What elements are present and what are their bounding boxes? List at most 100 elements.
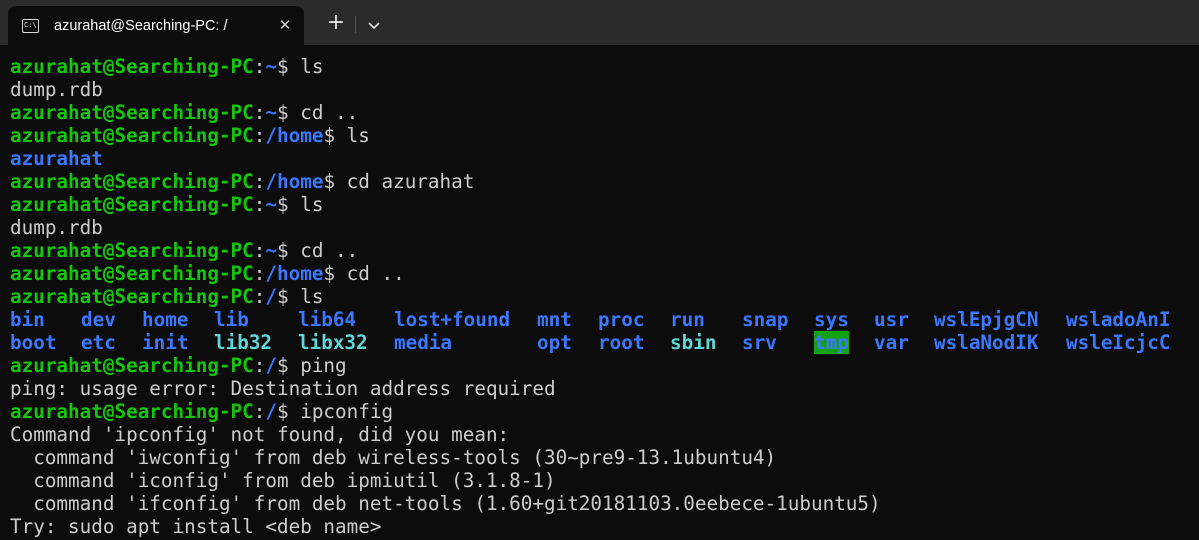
ls-listing-row: bin dev home lib lib64 lost+found mnt proc run sn… (10, 308, 1199, 331)
close-tab-icon[interactable]: ✕ (276, 16, 294, 34)
title-bar: C:\ azurahat@Searching-PC: / ✕ + (0, 0, 1199, 45)
prompt-symbol: $ (277, 400, 301, 423)
prompt-user: azurahat@Searching-PC (10, 400, 254, 423)
new-tab-button[interactable]: + (322, 10, 350, 38)
ls-entry: media (394, 331, 453, 354)
prompt-user: azurahat@Searching-PC (10, 55, 254, 78)
prompt-symbol: $ (323, 124, 347, 147)
ls-entry: mnt (537, 308, 572, 331)
prompt-separator: : (253, 262, 266, 285)
output-text: command 'iwconfig' from deb wireless-too… (10, 446, 777, 469)
ls-entry: wslaNodIK (934, 331, 1039, 354)
terminal-line: azurahat@Searching-PC:/$ ping (10, 354, 1199, 377)
prompt-user: azurahat@Searching-PC (10, 354, 254, 377)
ls-entry: snap (742, 308, 789, 331)
command-text: ipconfig (300, 400, 394, 423)
prompt-separator: : (253, 400, 266, 423)
prompt-symbol: $ (277, 193, 301, 216)
directory-entry: azurahat (10, 147, 103, 170)
command-text: cd .. (346, 262, 405, 285)
terminal-line: Try: sudo apt install <deb name> (10, 515, 1199, 538)
output-text: dump.rdb (10, 216, 103, 239)
prompt-symbol: $ (277, 239, 301, 262)
ls-entry: boot (10, 331, 57, 354)
prompt-user: azurahat@Searching-PC (10, 262, 254, 285)
prompt-symbol: $ (323, 170, 347, 193)
ls-entry: proc (598, 308, 645, 331)
prompt-path: ~ (265, 55, 277, 78)
ls-entry: bin (10, 308, 45, 331)
prompt-path: / (265, 285, 277, 308)
terminal-line: azurahat@Searching-PC:/$ ls (10, 285, 1199, 308)
ls-entry: lib32 (214, 331, 273, 354)
terminal-output[interactable]: azurahat@Searching-PC:~$ ls dump.rdb azura… (0, 45, 1199, 540)
ls-entry: home (142, 308, 189, 331)
command-text: ls (300, 285, 324, 308)
terminal-line: azurahat@Searching-PC:/home$ ls (10, 124, 1199, 147)
command-text: cd azurahat (346, 170, 475, 193)
prompt-user: azurahat@Searching-PC (10, 193, 254, 216)
ls-entry: sys (814, 308, 849, 331)
ls-entry: run (670, 308, 705, 331)
command-text: ping (300, 354, 347, 377)
terminal-line: azurahat@Searching-PC:~$ ls (10, 55, 1199, 78)
prompt-path: /home (265, 124, 324, 147)
prompt-path: /home (265, 262, 324, 285)
prompt-separator: : (253, 285, 266, 308)
ls-entry: tmp (814, 331, 849, 354)
prompt-path: ~ (265, 239, 277, 262)
prompt-symbol: $ (277, 101, 301, 124)
terminal-line: azurahat@Searching-PC:/home$ cd azurahat (10, 170, 1199, 193)
chevron-down-icon (368, 22, 380, 30)
terminal-line: command 'ifconfig' from deb net-tools (1… (10, 492, 1199, 515)
prompt-path: ~ (265, 193, 277, 216)
ls-entry: wslEpjgCN (934, 308, 1039, 331)
prompt-path: / (265, 400, 277, 423)
terminal-line: azurahat@Searching-PC:/home$ cd .. (10, 262, 1199, 285)
prompt-separator: : (253, 170, 266, 193)
prompt-separator: : (253, 354, 266, 377)
terminal-line: ping: usage error: Destination address r… (10, 377, 1199, 400)
ls-entry: lost+found (394, 308, 511, 331)
ls-listing-row: boot etc init lib32 libx32 media opt root sbin sr… (10, 331, 1199, 354)
prompt-symbol: $ (277, 354, 301, 377)
output-text: command 'ifconfig' from deb net-tools (1… (10, 492, 881, 515)
terminal-line: Command 'ipconfig' not found, did you me… (10, 423, 1199, 446)
prompt-separator: : (253, 193, 266, 216)
command-text: ls (300, 55, 324, 78)
output-text: command 'iconfig' from deb ipmiutil (3.1… (10, 469, 556, 492)
prompt-path: / (265, 354, 277, 377)
ls-entry: srv (742, 331, 777, 354)
terminal-tab[interactable]: C:\ azurahat@Searching-PC: / ✕ (8, 6, 304, 45)
prompt-symbol: $ (277, 55, 301, 78)
ls-entry: wsladoAnI (1066, 308, 1171, 331)
command-text: cd .. (300, 239, 359, 262)
tab-title: azurahat@Searching-PC: / (54, 17, 228, 34)
terminal-line: dump.rdb (10, 78, 1199, 101)
terminal-line: dump.rdb (10, 216, 1199, 239)
prompt-user: azurahat@Searching-PC (10, 170, 254, 193)
prompt-separator: : (253, 239, 266, 262)
terminal-line: command 'iwconfig' from deb wireless-too… (10, 446, 1199, 469)
tab-dropdown-button[interactable] (361, 12, 387, 38)
command-text: cd .. (300, 101, 359, 124)
ls-entry: lib64 (298, 308, 357, 331)
ls-entry: usr (874, 308, 909, 331)
prompt-user: azurahat@Searching-PC (10, 239, 254, 262)
prompt-separator: : (253, 124, 266, 147)
prompt-symbol: $ (323, 262, 347, 285)
prompt-user: azurahat@Searching-PC (10, 285, 254, 308)
prompt-separator: : (253, 55, 266, 78)
terminal-line: azurahat@Searching-PC:~$ cd .. (10, 101, 1199, 124)
output-text: ping: usage error: Destination address r… (10, 377, 556, 400)
prompt-symbol: $ (277, 285, 301, 308)
ls-entry: libx32 (298, 331, 368, 354)
terminal-icon: C:\ (22, 18, 39, 33)
prompt-path: /home (265, 170, 324, 193)
ls-entry: etc (81, 331, 116, 354)
terminal-line: azurahat@Searching-PC:~$ ls (10, 193, 1199, 216)
ls-entry: root (598, 331, 645, 354)
command-text: ls (346, 124, 370, 147)
ls-entry: lib (214, 308, 249, 331)
ls-entry: init (142, 331, 189, 354)
